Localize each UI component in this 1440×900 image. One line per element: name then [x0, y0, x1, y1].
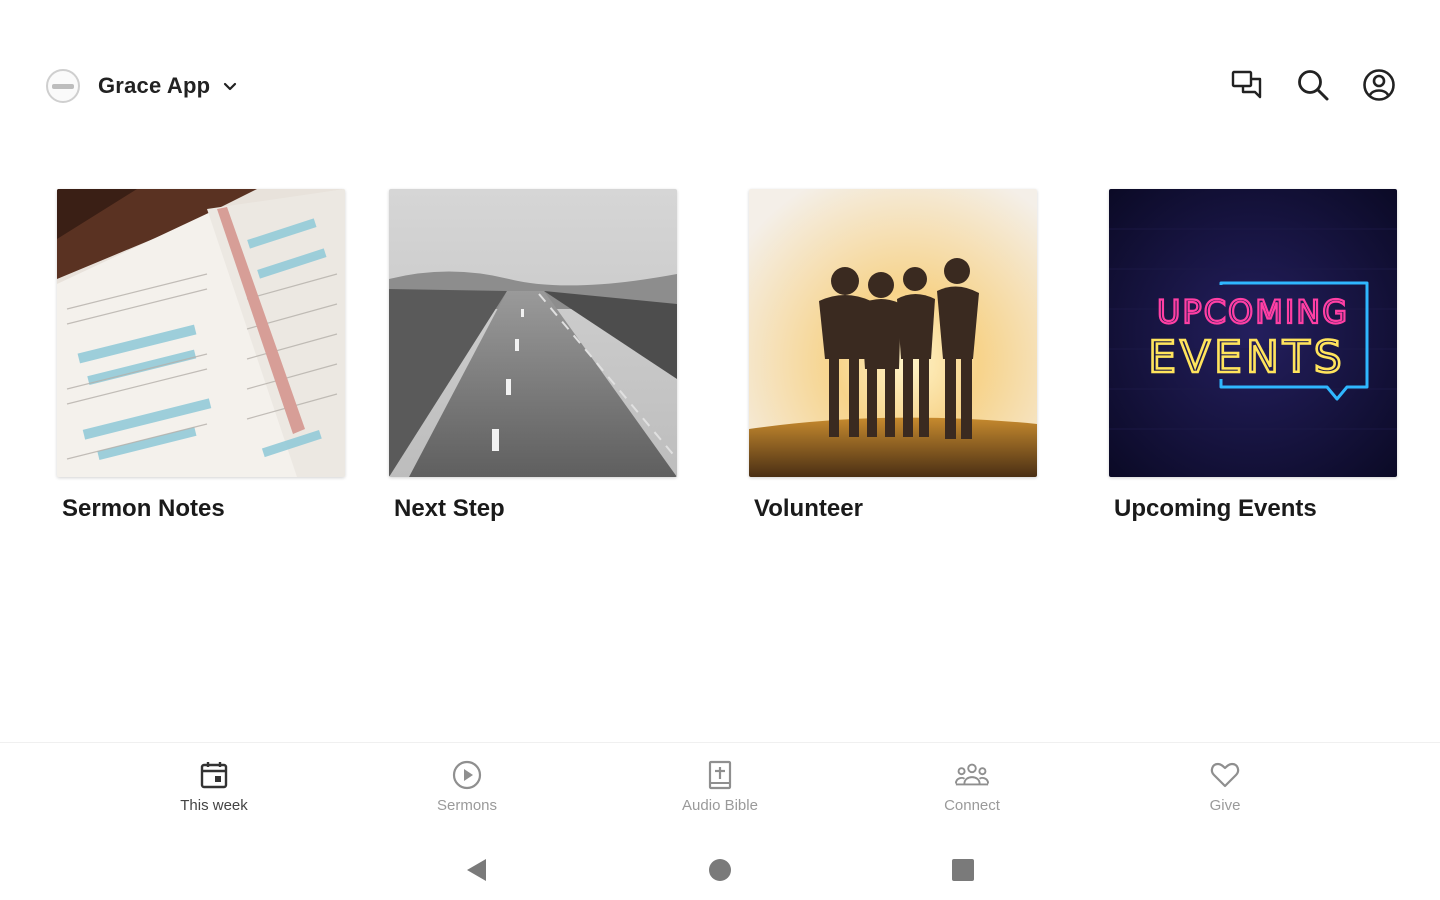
bottom-nav: This week Sermons Audio Bible Connect Gi… — [0, 742, 1440, 832]
nav-label: Sermons — [436, 797, 498, 814]
tile-label: Upcoming Events — [1114, 495, 1317, 522]
friends-sunset-image — [749, 189, 1037, 477]
nav-label: Give — [1209, 797, 1241, 814]
tile-label: Next Step — [394, 495, 505, 522]
calendar-icon — [196, 757, 232, 793]
play-circle-icon — [449, 757, 485, 793]
top-app-bar: Grace App — [0, 0, 1440, 170]
search-icon[interactable] — [1294, 66, 1332, 104]
bible-icon — [702, 757, 738, 793]
chevron-down-icon — [220, 76, 240, 96]
app-switcher[interactable]: Grace App — [46, 66, 240, 106]
nav-label: Connect — [944, 797, 1000, 814]
group-icon — [954, 757, 990, 793]
nav-label: This week — [180, 797, 248, 814]
recents-square-icon[interactable] — [943, 850, 983, 890]
account-circle-icon[interactable] — [1360, 66, 1398, 104]
nav-label: Audio Bible — [682, 797, 758, 814]
chat-icon[interactable] — [1228, 66, 1266, 104]
nav-item-give[interactable]: Give — [1155, 757, 1295, 827]
heart-icon — [1207, 757, 1243, 793]
tile-next-step[interactable]: Next Step — [389, 189, 677, 523]
neon-sign-line1: UPCOMING — [1157, 293, 1349, 331]
tile-label: Sermon Notes — [62, 495, 225, 522]
tile-upcoming-events[interactable]: UPCOMING EVENTS Upcoming Events — [1109, 189, 1397, 523]
header-actions — [1228, 64, 1398, 106]
nav-item-connect[interactable]: Connect — [902, 757, 1042, 827]
nav-item-this-week[interactable]: This week — [144, 757, 284, 827]
back-triangle-icon[interactable] — [457, 850, 497, 890]
system-nav-bar — [0, 832, 1440, 900]
app-name: Grace App — [98, 73, 211, 98]
neon-sign-image: UPCOMING EVENTS — [1109, 189, 1397, 477]
nav-item-sermons[interactable]: Sermons — [397, 757, 537, 827]
church-logo-icon — [46, 69, 80, 103]
open-bible-image — [57, 189, 345, 477]
neon-sign-line2: EVENTS — [1148, 332, 1345, 383]
road-image — [389, 189, 677, 477]
nav-item-audio-bible[interactable]: Audio Bible — [650, 757, 790, 827]
home-circle-icon[interactable] — [700, 850, 740, 890]
tile-sermon-notes[interactable]: Sermon Notes — [57, 189, 345, 523]
tile-volunteer[interactable]: Volunteer — [749, 189, 1037, 523]
tile-label: Volunteer — [754, 495, 863, 522]
app-screen: Grace App Sermon Notes Next Step Volunte… — [0, 0, 1440, 900]
